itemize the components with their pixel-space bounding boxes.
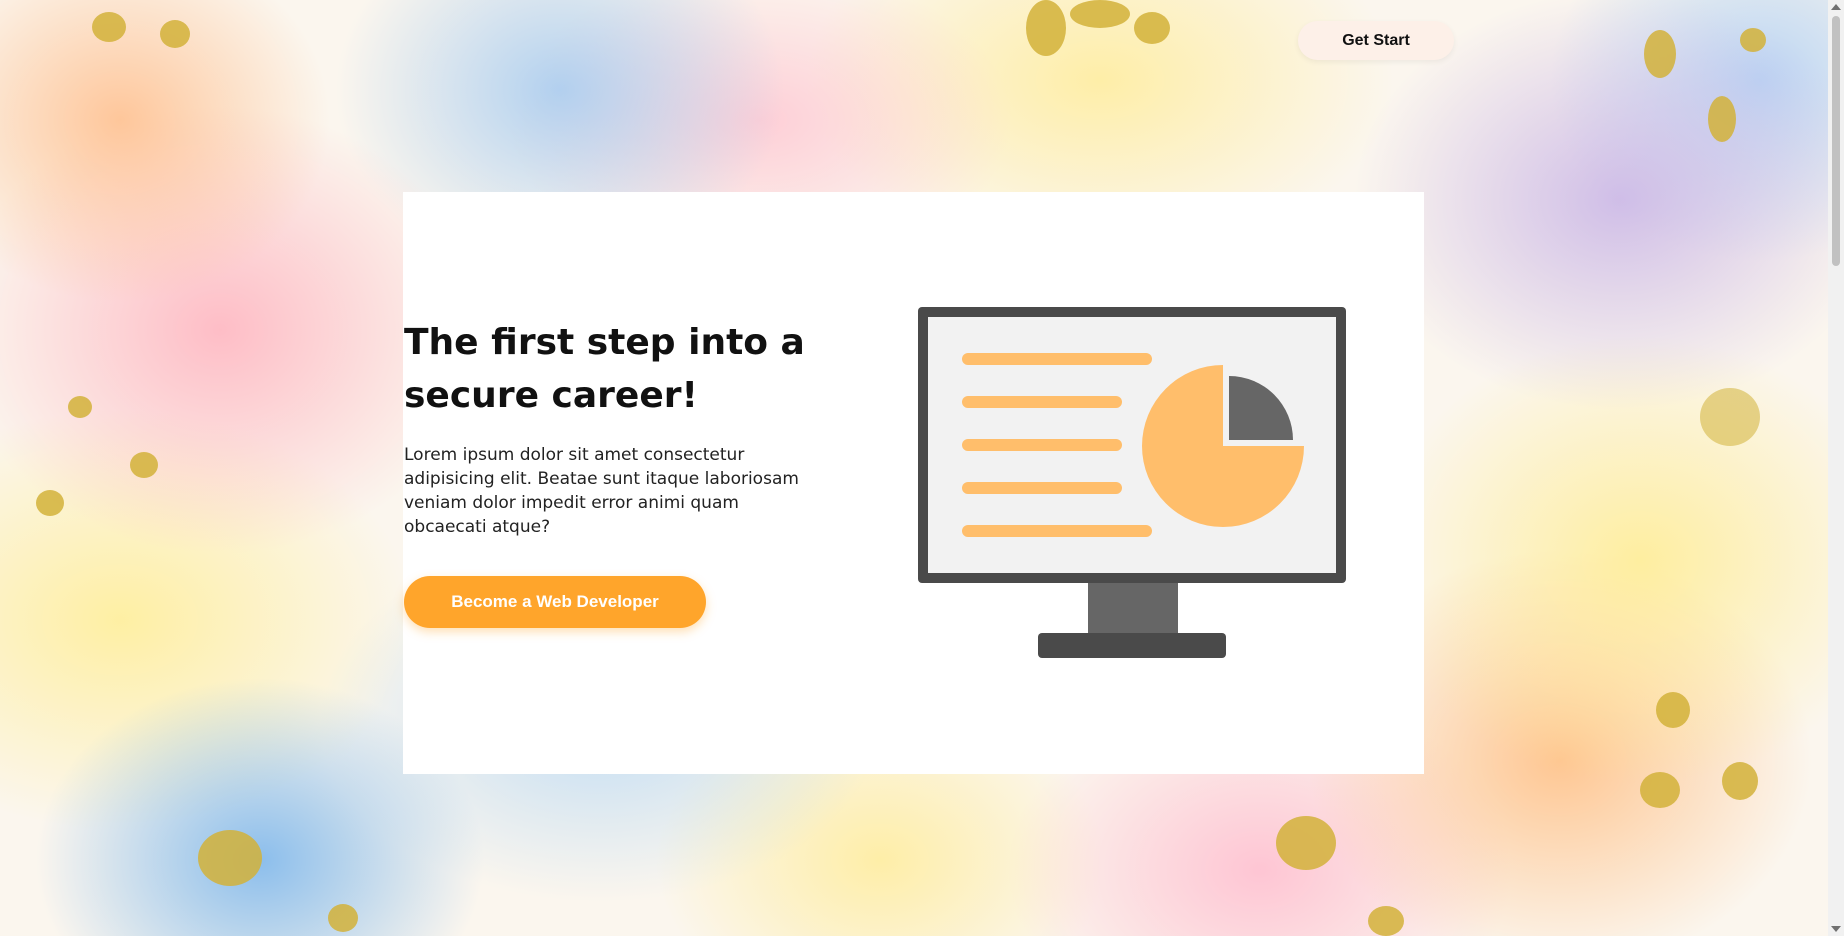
- paint-splatter: [1708, 96, 1736, 142]
- paint-splatter: [130, 452, 158, 478]
- become-web-developer-button[interactable]: Become a Web Developer: [404, 576, 706, 628]
- screen-text-line: [962, 353, 1152, 365]
- scroll-up-icon[interactable]: [1831, 4, 1841, 10]
- screen-text-line: [962, 439, 1122, 451]
- scroll-thumb[interactable]: [1832, 16, 1840, 266]
- get-start-button[interactable]: Get Start: [1298, 21, 1454, 60]
- hero-headline: The first step into a secure career!: [404, 322, 805, 416]
- screen-text-line: [962, 525, 1152, 537]
- paint-splatter: [92, 12, 126, 42]
- paint-splatter: [1276, 816, 1336, 870]
- paint-splatter: [328, 904, 358, 932]
- paint-splatter: [198, 830, 262, 886]
- screen-text-line: [962, 482, 1122, 494]
- paint-splatter: [1700, 388, 1760, 446]
- page-scrollbar[interactable]: [1828, 0, 1844, 936]
- screen-text-line: [962, 396, 1122, 408]
- hero-description: Lorem ipsum dolor sit amet consectetur a…: [404, 445, 799, 537]
- paint-splatter: [1740, 28, 1766, 52]
- paint-splatter: [1656, 692, 1690, 728]
- scroll-down-icon[interactable]: [1831, 926, 1841, 932]
- monitor-stand-neck: [1088, 583, 1178, 637]
- paint-splatter: [1134, 12, 1170, 44]
- monitor-stand-base: [1038, 633, 1226, 658]
- paint-splatter: [1640, 772, 1680, 808]
- paint-splatter: [36, 490, 64, 516]
- paint-splatter: [1722, 762, 1758, 800]
- paint-splatter: [1070, 0, 1130, 28]
- paint-splatter: [1644, 30, 1676, 78]
- paint-splatter: [68, 396, 92, 418]
- paint-splatter: [160, 20, 190, 48]
- monitor-with-pie-chart-icon: [918, 307, 1346, 658]
- paint-splatter: [1026, 0, 1066, 56]
- paint-splatter: [1368, 906, 1404, 936]
